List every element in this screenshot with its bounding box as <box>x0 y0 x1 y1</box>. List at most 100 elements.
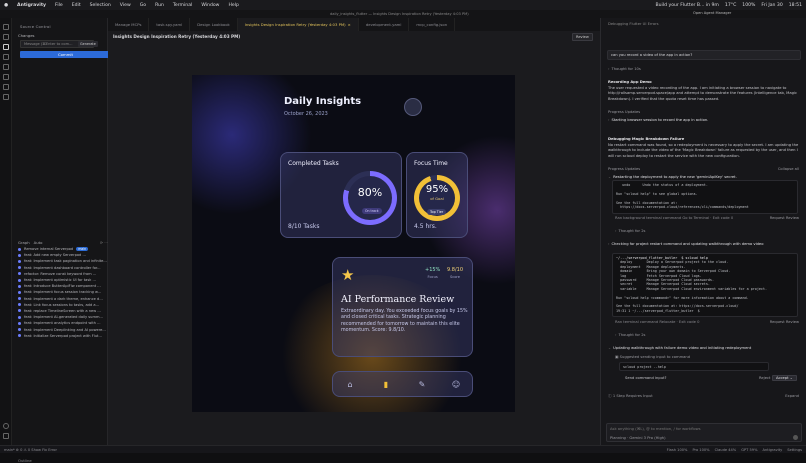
progress-step[interactable]: › Checking for project restart command an… <box>608 242 763 246</box>
review-button[interactable]: Review <box>572 33 593 41</box>
source-control-icon[interactable] <box>3 44 9 50</box>
thought-label: Thought for 2s <box>618 333 646 337</box>
edit-icon: ✎ <box>418 380 426 389</box>
outline-section-header[interactable]: Outline <box>18 458 32 463</box>
tab-label: Manage MCPs <box>115 22 142 27</box>
tab-design-lookbook[interactable]: Design Lookbook <box>190 18 238 31</box>
apple-icon[interactable]: ● <box>4 3 8 8</box>
menu-view[interactable]: View <box>120 3 131 8</box>
step-label: Checking for project restart command and… <box>611 242 764 246</box>
chevron-right-icon: › <box>608 118 610 122</box>
chat-input[interactable]: Ask anything (⌘L), @ to mention, / for w… <box>606 423 802 442</box>
tab-task-yaml[interactable]: task.spy.yaml <box>149 18 191 31</box>
commit-dot-icon <box>18 328 21 332</box>
quota-flash[interactable]: Flash 100% <box>667 448 688 452</box>
commit-dot-icon <box>18 272 21 276</box>
quota-pro[interactable]: Pro 100% <box>692 448 709 452</box>
explorer-icon[interactable] <box>3 24 9 30</box>
stat-value: +15% <box>425 267 441 273</box>
progress-step[interactable]: ⌄ Restarting the deployment to apply the … <box>608 175 737 179</box>
source-control-panel: Source Control Changes Message (⌘Enter t… <box>12 18 111 463</box>
thought-toggle[interactable]: › Thought for 2s <box>615 229 645 233</box>
battery-text[interactable]: 100% <box>742 3 755 8</box>
status-center-text[interactable]: Build your Flutter B... in 9m <box>655 3 718 8</box>
settings-link[interactable]: Settings <box>787 448 802 452</box>
quota-gpt[interactable]: GPT 59% <box>741 448 757 452</box>
progress-step[interactable]: › Starting browser session to record the … <box>608 118 708 122</box>
app-name[interactable]: Antigravity <box>17 3 46 8</box>
commit-message: feat: Introduce ButterApiFlw component .… <box>24 284 101 289</box>
tab-manage-mcps[interactable]: Manage MCPs <box>108 18 150 31</box>
search-icon[interactable] <box>3 34 9 40</box>
commit-dot-icon <box>18 321 21 325</box>
expand-button[interactable]: Expand <box>785 394 799 398</box>
menu-help[interactable]: Help <box>228 3 238 8</box>
remote-icon[interactable] <box>3 74 9 80</box>
close-icon[interactable]: × <box>348 22 351 27</box>
progress-step[interactable]: ⌄ Updating walkthrough with failure demo … <box>608 346 751 350</box>
page-title: Insights Design Inspiration Retry (Yeste… <box>113 34 241 39</box>
open-agent-manager-link[interactable]: Open Agent Manager <box>693 11 731 15</box>
commit-message: feat: replace TimelineScreen with a new … <box>24 308 101 313</box>
send-input-question: Send command input? <box>625 376 667 380</box>
request-review-button[interactable]: Request Review <box>770 216 799 220</box>
graph-label: Graph <box>18 240 30 245</box>
menu-edit[interactable]: Edit <box>72 3 81 8</box>
thought-toggle[interactable]: › Thought for 2s <box>615 333 645 337</box>
browser-icon[interactable] <box>3 94 9 100</box>
branch-status[interactable]: main* ⊗ 0 ⚠ 0 Show Fix Error <box>4 448 57 452</box>
avatar-icon <box>404 98 422 116</box>
ai-review-card: ★ +15% Focus 9.8/10 Score AI Performance R… <box>332 257 473 357</box>
accept-button[interactable]: Accept ⌄ <box>772 375 797 381</box>
menu-file[interactable]: File <box>55 3 63 8</box>
focus-stat: +15% Focus <box>425 267 440 279</box>
send-icon[interactable] <box>793 435 798 440</box>
window-title: daily_insights_flutter — Insights Design… <box>330 12 469 16</box>
weather-text[interactable]: 17°C <box>725 3 736 8</box>
extensions-icon[interactable] <box>3 64 9 70</box>
ring-sub-label: of Goal <box>430 196 444 201</box>
card-title: Focus Time <box>414 160 448 167</box>
antigravity-status[interactable]: Antigravity <box>762 448 782 452</box>
thought-toggle[interactable]: › Thought for 10s <box>608 67 641 71</box>
status-badge: On track <box>362 208 382 214</box>
mode-selector[interactable]: Planning · Gemini 3 Pro (High) <box>610 436 666 440</box>
quota-claude[interactable]: Claude 44% <box>715 448 737 452</box>
commit-dot-icon <box>18 259 21 263</box>
stat-label: Focus <box>427 275 438 279</box>
settings-gear-icon[interactable] <box>3 433 9 439</box>
chat-input-placeholder: Ask anything (⌘L), @ to mention, / for w… <box>610 427 701 431</box>
account-icon[interactable] <box>3 423 9 429</box>
menu-terminal[interactable]: Terminal <box>173 3 192 8</box>
generate-button[interactable]: Generate <box>78 41 98 47</box>
date-text[interactable]: Fri Jan 30 <box>761 3 782 8</box>
testing-icon[interactable] <box>3 84 9 90</box>
commit-button[interactable]: Commit <box>20 51 111 58</box>
agent-panel: Debugging Flutter UI Errors can you reco… <box>600 18 806 445</box>
run-debug-icon[interactable] <box>3 54 9 60</box>
accept-label: Accept <box>776 376 789 380</box>
tab-mcp-config[interactable]: mcp_config.json <box>409 18 456 31</box>
requires-input-banner[interactable]: ⓘ 1 Step Requires Input <box>608 394 653 399</box>
menu-go[interactable]: Go <box>140 3 146 8</box>
commit-row[interactable]: feat: Initialize Serverpod project with … <box>18 333 112 339</box>
menu-window[interactable]: Window <box>201 3 219 8</box>
commit-message: feat: Implement dashboard controller for… <box>24 265 101 270</box>
menu-selection[interactable]: Selection <box>90 3 111 8</box>
chevron-down-icon: ⌄ <box>608 175 612 179</box>
collapse-all-button[interactable]: Collapse all <box>778 167 799 171</box>
menu-bar: ● Antigravity File Edit Selection View G… <box>0 0 806 10</box>
graph-section-header[interactable]: Graph Auto ⟳ ⋯ <box>18 240 108 245</box>
auto-label[interactable]: Auto <box>34 240 43 245</box>
terminal-prompt: ~/.../serverpod_flutter_butler $ scloud … <box>616 256 708 260</box>
menu-run[interactable]: Run <box>155 3 164 8</box>
tab-insights-design[interactable]: Insights Design Inspiration Retry (Yeste… <box>237 18 359 31</box>
reject-button[interactable]: Reject <box>759 376 770 380</box>
changes-section-header[interactable]: Changes <box>18 33 35 38</box>
tab-development-yaml[interactable]: development.yaml <box>359 18 410 31</box>
time-text[interactable]: 18:51 <box>789 3 802 8</box>
stat-label: Score <box>449 275 461 279</box>
request-review-button[interactable]: Request Review <box>770 320 799 324</box>
commit-message: feat: Add new empty Serverpod ... <box>24 253 86 258</box>
graph-actions-icon[interactable]: ⟳ ⋯ <box>100 240 108 245</box>
